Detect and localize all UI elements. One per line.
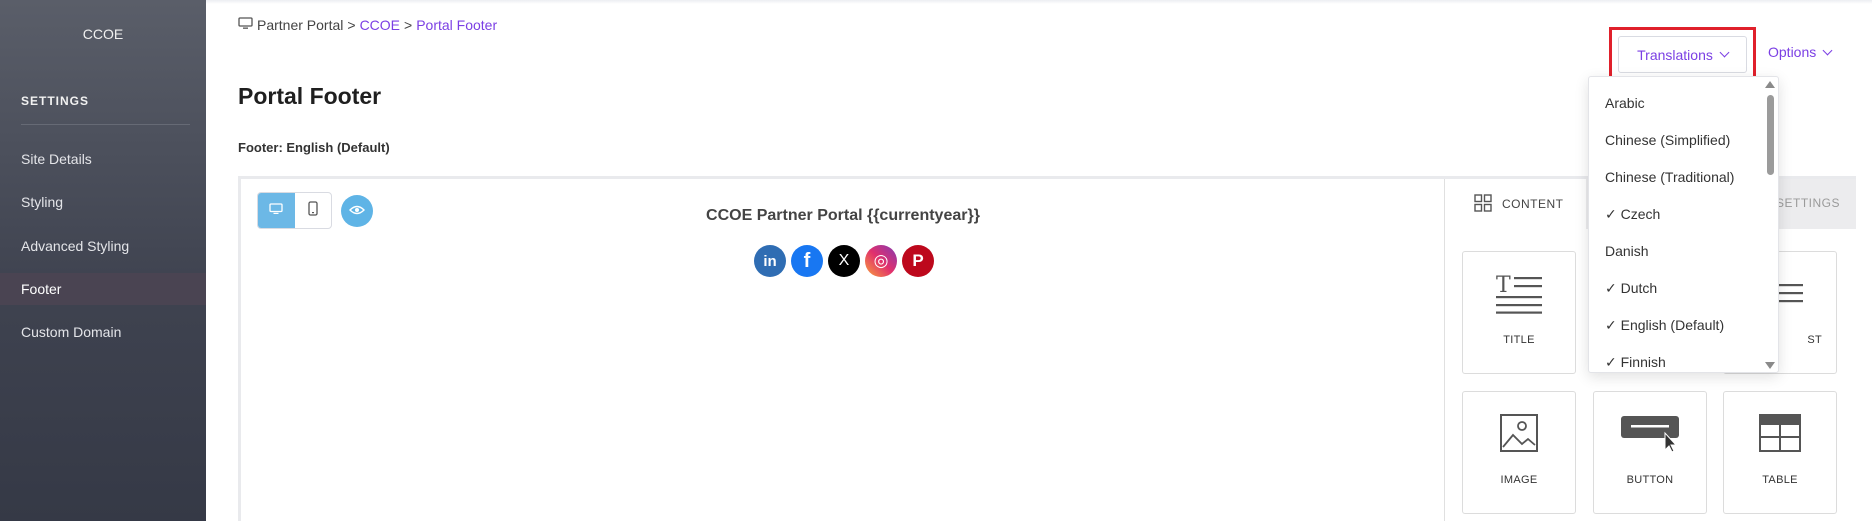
- image-icon: [1463, 414, 1575, 452]
- chevron-down-icon: [1822, 45, 1833, 55]
- chevron-down-icon: [1719, 47, 1730, 58]
- topbar-shadow: [206, 0, 1872, 4]
- image-tile-label: IMAGE: [1500, 474, 1538, 486]
- sidebar-item-footer[interactable]: Footer: [0, 273, 206, 305]
- breadcrumb-current[interactable]: Portal Footer: [416, 17, 497, 33]
- footer-text-block[interactable]: CCOE Partner Portal {{currentyear}}: [241, 207, 1445, 225]
- translations-button[interactable]: Translations: [1618, 36, 1747, 73]
- instagram-icon[interactable]: ◎: [865, 245, 897, 277]
- button-block-tile[interactable]: BUTTON: [1593, 391, 1707, 514]
- tab-content[interactable]: CONTENT: [1446, 179, 1586, 229]
- svg-text:T: T: [1496, 274, 1511, 298]
- scroll-down-arrow-icon[interactable]: [1765, 362, 1775, 369]
- language-option-czech[interactable]: ✓ Czech: [1605, 206, 1660, 223]
- facebook-icon[interactable]: f: [791, 245, 823, 277]
- tab-content-label: CONTENT: [1502, 197, 1564, 211]
- sidebar-item-site-details[interactable]: Site Details: [0, 143, 206, 175]
- breadcrumb-separator: >: [347, 17, 356, 33]
- scroll-thumb[interactable]: [1767, 95, 1774, 175]
- button-tile-label: BUTTON: [1626, 474, 1674, 486]
- sidebar-item-advanced-styling[interactable]: Advanced Styling: [0, 230, 206, 262]
- linkedin-icon[interactable]: in: [754, 245, 786, 277]
- sidebar-item-styling[interactable]: Styling: [0, 186, 206, 218]
- sidebar: CCOE SETTINGS Site Details Styling Advan…: [0, 0, 206, 521]
- table-icon: [1724, 414, 1836, 452]
- x-icon[interactable]: X: [828, 245, 860, 277]
- dropdown-scrollbar[interactable]: [1765, 81, 1775, 369]
- tab-settings[interactable]: SETTINGS: [1776, 196, 1840, 210]
- language-option-danish[interactable]: Danish: [1605, 243, 1649, 259]
- brand-name: CCOE: [82, 26, 124, 42]
- language-option-english[interactable]: ✓ English (Default): [1605, 317, 1724, 334]
- title-block-tile[interactable]: T TITLE: [1462, 251, 1576, 374]
- image-block-tile[interactable]: IMAGE: [1462, 391, 1576, 514]
- language-option-chinese-traditional[interactable]: Chinese (Traditional): [1605, 169, 1734, 185]
- table-tile-label: TABLE: [1762, 474, 1798, 486]
- section-divider: [21, 124, 190, 125]
- language-option-chinese-simplified[interactable]: Chinese (Simplified): [1605, 132, 1730, 148]
- scroll-up-arrow-icon[interactable]: [1765, 81, 1775, 88]
- language-option-arabic[interactable]: Arabic: [1605, 95, 1645, 111]
- language-option-dutch[interactable]: ✓ Dutch: [1605, 280, 1657, 297]
- translations-dropdown: Arabic Chinese (Simplified) Chinese (Tra…: [1588, 76, 1779, 373]
- translations-highlight: Translations: [1609, 27, 1756, 82]
- footer-language-label: Footer: English (Default): [238, 140, 390, 155]
- settings-section-heading: SETTINGS: [21, 94, 90, 108]
- footer-text: CCOE Partner Portal {{currentyear}}: [706, 207, 980, 224]
- breadcrumb-separator: >: [404, 17, 413, 33]
- sidebar-item-custom-domain[interactable]: Custom Domain: [0, 316, 206, 348]
- title-icon: T: [1463, 274, 1575, 314]
- translations-label: Translations: [1637, 46, 1713, 63]
- editor-canvas[interactable]: CCOE Partner Portal {{currentyear}} in f…: [241, 179, 1445, 521]
- breadcrumb: Partner Portal > CCOE > Portal Footer: [238, 17, 497, 33]
- breadcrumb-root[interactable]: Partner Portal: [257, 17, 343, 33]
- language-option-finnish[interactable]: ✓ Finnish: [1605, 354, 1666, 371]
- breadcrumb-ccoe[interactable]: CCOE: [360, 17, 400, 33]
- pinterest-icon[interactable]: P: [902, 245, 934, 277]
- page-title: Portal Footer: [238, 83, 382, 109]
- title-tile-label: TITLE: [1503, 334, 1535, 346]
- options-button[interactable]: Options: [1768, 44, 1833, 60]
- options-label: Options: [1768, 44, 1817, 60]
- grid-icon: [1474, 193, 1492, 215]
- table-block-tile[interactable]: TABLE: [1723, 391, 1837, 514]
- button-icon: [1594, 414, 1706, 452]
- social-icons: in f X ◎ P: [754, 245, 934, 277]
- monitor-icon: [238, 17, 253, 33]
